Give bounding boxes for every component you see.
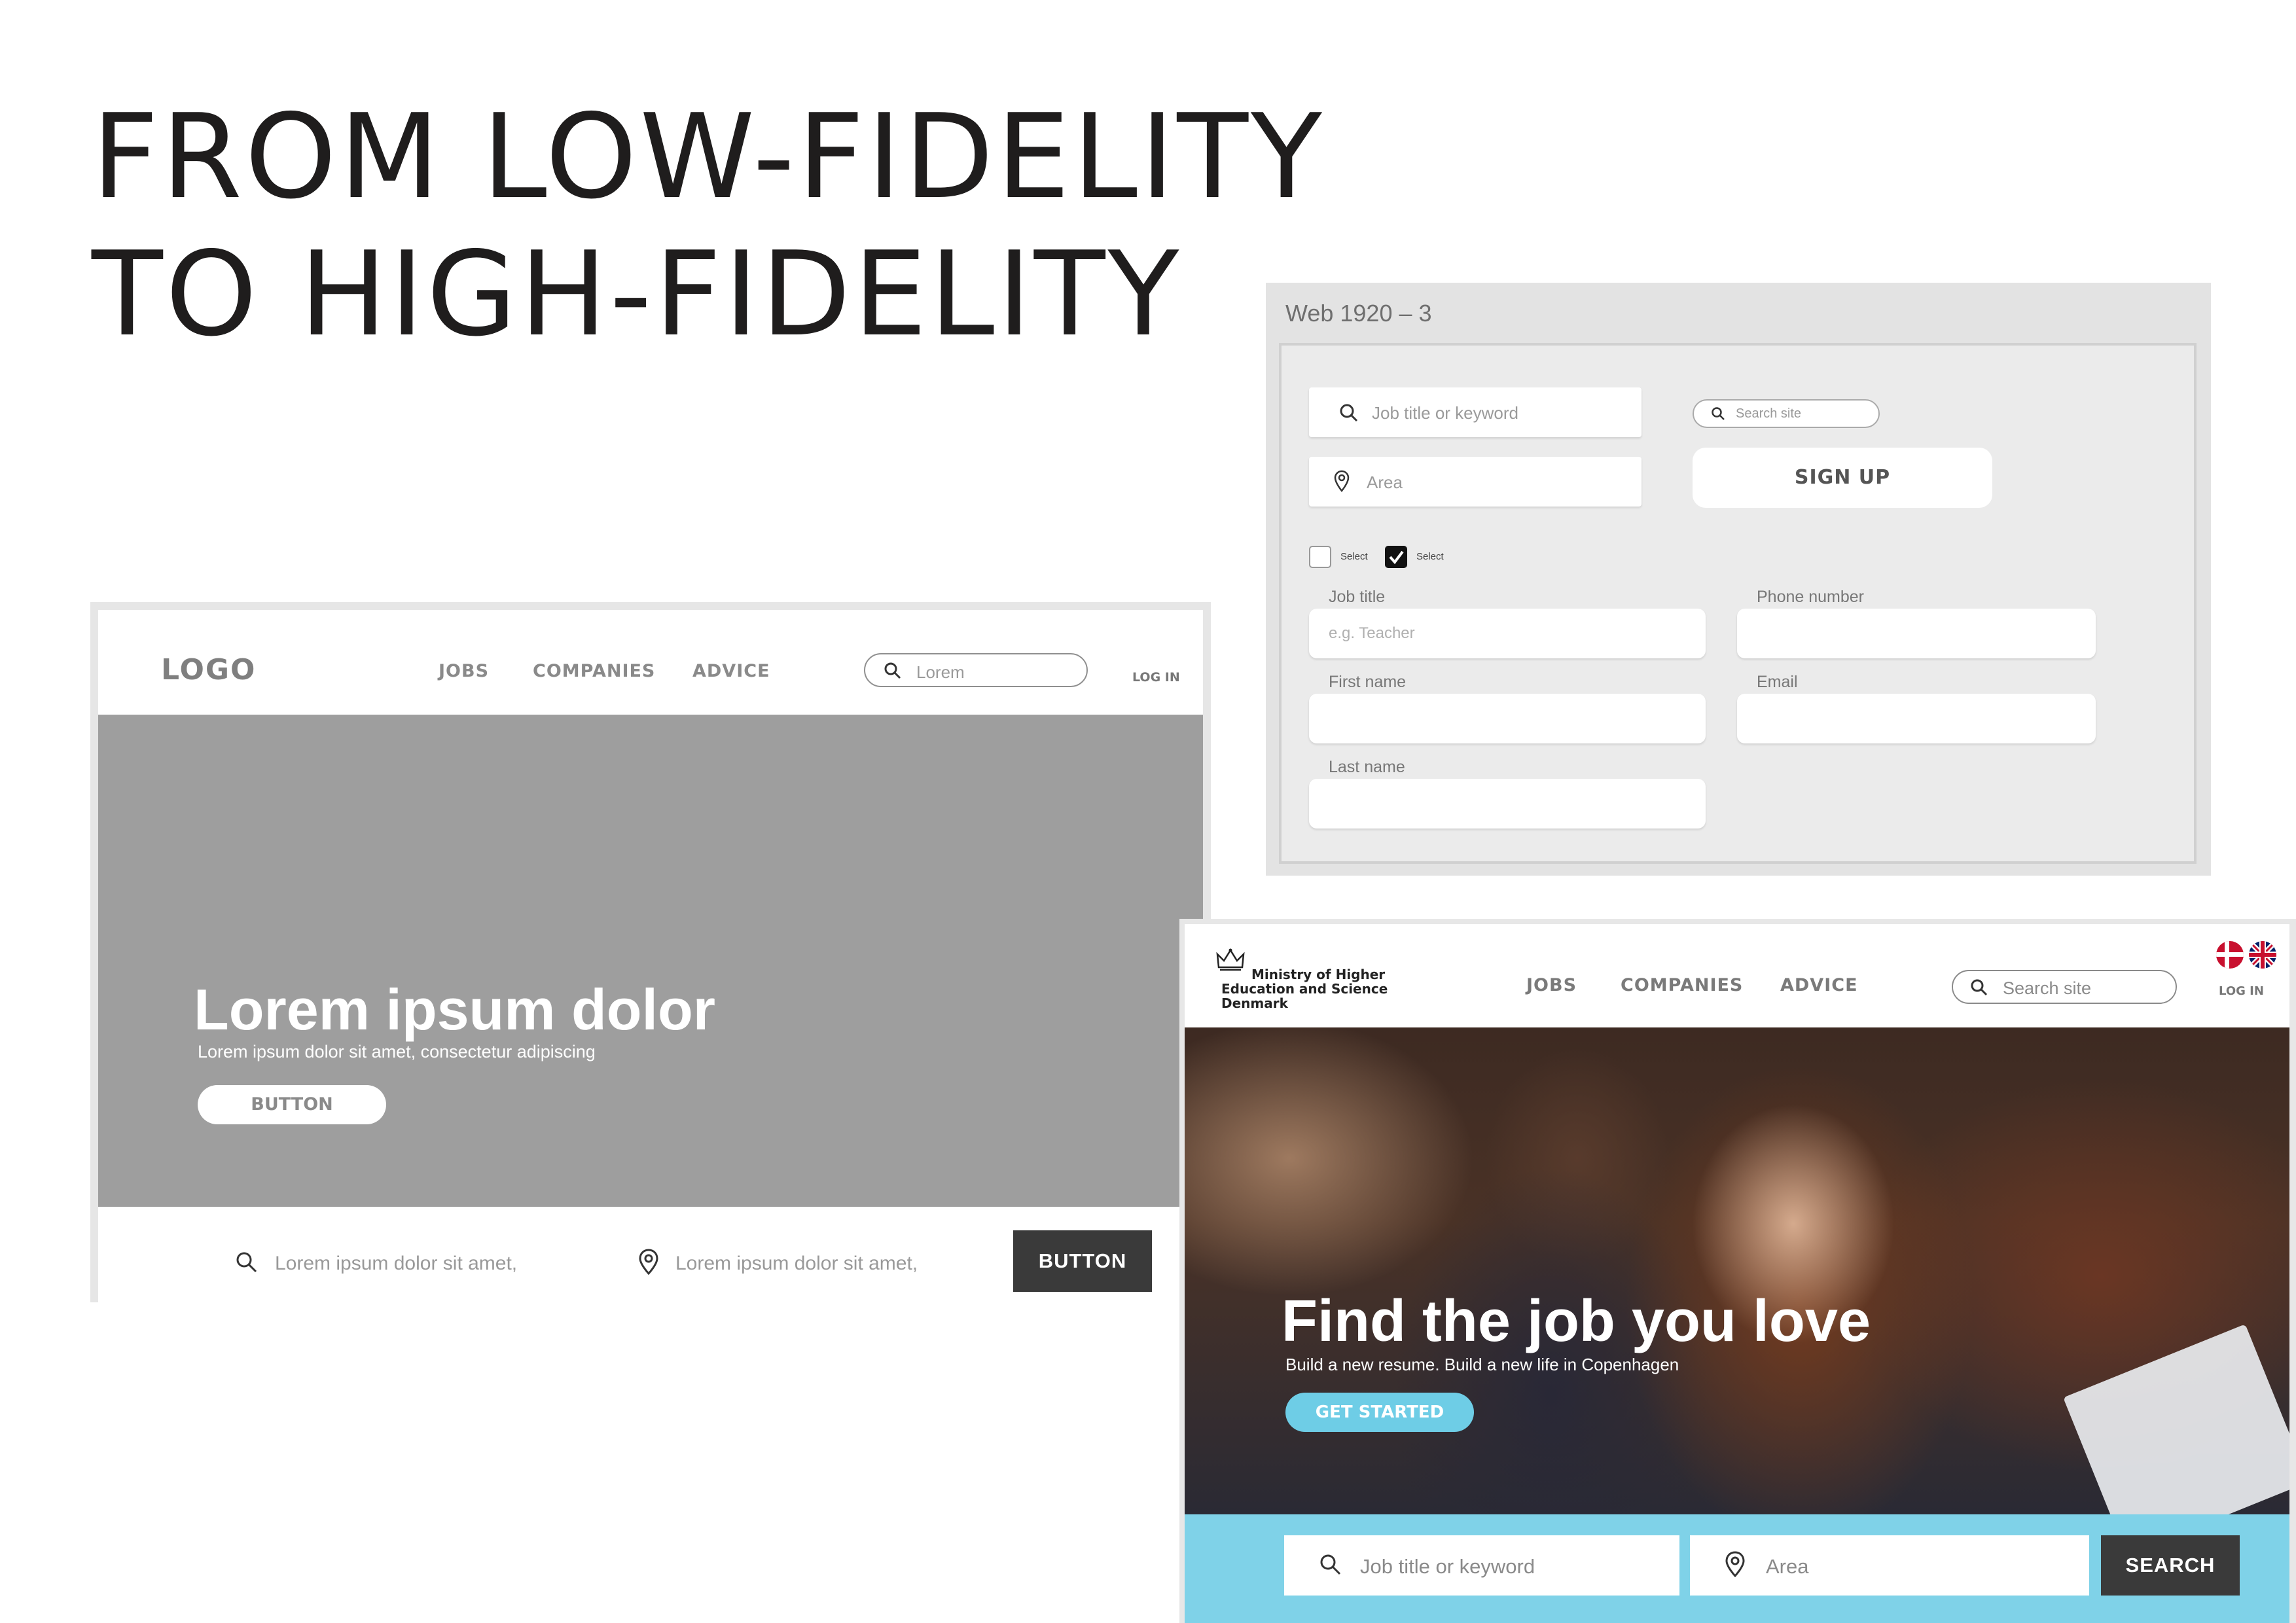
lofi-nav-jobs[interactable]: JOBS xyxy=(439,661,489,681)
location-pin-icon xyxy=(1334,470,1350,492)
lofi-search-bar: Lorem ipsum dolor sit amet, Lorem ipsum … xyxy=(98,1207,1203,1302)
hifi-page: Ministry of Higher Education and Science… xyxy=(1185,924,2289,1623)
area-placeholder: Area xyxy=(1367,473,1403,492)
hifi-nav-jobs[interactable]: JOBS xyxy=(1526,975,1577,995)
search-icon xyxy=(1971,979,1988,996)
checkbox-unchecked[interactable] xyxy=(1309,546,1331,568)
title-line-1: FROM LOW-FIDELITY xyxy=(92,89,1325,224)
lofi-hero-button[interactable]: BUTTON xyxy=(198,1085,386,1124)
hifi-area-input[interactable]: Area xyxy=(1690,1535,2089,1596)
ministry-line-2: Education and Science xyxy=(1221,981,1388,997)
checkmark-icon xyxy=(1389,550,1404,565)
email-label: Email xyxy=(1757,673,1798,691)
lofi-page: LOGO JOBS COMPANIES ADVICE Lorem LOG IN … xyxy=(98,610,1203,1302)
lofi-area-field[interactable]: Lorem ipsum dolor sit amet, xyxy=(675,1253,918,1275)
hifi-hero-subtitle: Build a new resume. Build a new life in … xyxy=(1285,1355,1679,1374)
job-title-placeholder: e.g. Teacher xyxy=(1329,624,1415,642)
hifi-job-placeholder: Job title or keyword xyxy=(1360,1555,1535,1578)
first-name-label: First name xyxy=(1329,673,1407,691)
job-keyword-input[interactable]: Job title or keyword xyxy=(1309,387,1641,437)
email-input[interactable] xyxy=(1737,694,2096,743)
phone-label: Phone number xyxy=(1757,588,1865,606)
job-title-label: Job title xyxy=(1329,588,1386,606)
hifi-mockup: Ministry of Higher Education and Science… xyxy=(1179,919,2296,1623)
lofi-logo[interactable]: LOGO xyxy=(161,653,256,687)
danish-flag-icon[interactable] xyxy=(2216,941,2244,969)
area-input[interactable]: Area xyxy=(1309,457,1641,507)
hifi-job-input[interactable]: Job title or keyword xyxy=(1284,1535,1679,1596)
lofi-nav-companies[interactable]: COMPANIES xyxy=(533,661,655,681)
ministry-line-1: Ministry of Higher xyxy=(1251,967,1386,982)
hifi-login-link[interactable]: LOG IN xyxy=(2219,984,2264,998)
hifi-search-placeholder: Search site xyxy=(2003,978,2092,998)
frame-label: Web 1920 – 3 xyxy=(1285,300,1432,327)
page-title: FROM LOW-FIDELITY TO HIGH-FIDELITY xyxy=(92,88,1325,363)
signup-button[interactable]: SIGN UP xyxy=(1693,448,1992,508)
hifi-nav-advice[interactable]: ADVICE xyxy=(1780,975,1858,995)
form-canvas: Job title or keyword Area Search site SI… xyxy=(1279,343,2197,864)
hifi-area-placeholder: Area xyxy=(1766,1555,1809,1578)
lofi-hero-subtitle: Lorem ipsum dolor sit amet, consectetur … xyxy=(198,1042,596,1061)
hifi-search-bar: Job title or keyword Area SEARCH xyxy=(1185,1514,2289,1623)
last-name-input[interactable] xyxy=(1309,779,1706,829)
uk-flag-icon[interactable] xyxy=(2249,941,2276,969)
lofi-login-link[interactable]: LOG IN xyxy=(1132,670,1180,685)
lofi-hero: Lorem ipsum dolor Lorem ipsum dolor sit … xyxy=(98,715,1203,1207)
hifi-navbar: Ministry of Higher Education and Science… xyxy=(1185,924,2289,1027)
site-search-placeholder: Search site xyxy=(1736,406,1802,421)
first-name-input[interactable] xyxy=(1309,694,1706,743)
form-wireframe: Web 1920 – 3 Job title or keyword Area S… xyxy=(1266,283,2211,876)
lofi-bar-button[interactable]: BUTTON xyxy=(1013,1230,1152,1292)
checkbox-label-1: Select xyxy=(1340,551,1368,562)
lofi-search-input[interactable]: Lorem xyxy=(864,653,1088,687)
search-button[interactable]: SEARCH xyxy=(2101,1535,2240,1596)
lofi-nav-advice[interactable]: ADVICE xyxy=(692,661,770,681)
ministry-logo[interactable]: Ministry of Higher Education and Science… xyxy=(1221,967,1388,1010)
search-icon xyxy=(236,1252,257,1273)
search-icon xyxy=(884,662,901,679)
lofi-wireframe: LOGO JOBS COMPANIES ADVICE Lorem LOG IN … xyxy=(90,602,1211,1302)
location-pin-icon xyxy=(639,1249,658,1275)
site-search-input[interactable]: Search site xyxy=(1693,399,1880,428)
lofi-navbar: LOGO JOBS COMPANIES ADVICE Lorem LOG IN xyxy=(98,610,1203,715)
title-line-2: TO HIGH-FIDELITY xyxy=(92,226,1182,362)
hifi-hero-image: Find the job you love Build a new resume… xyxy=(1185,1027,2289,1514)
search-icon xyxy=(1712,407,1725,420)
last-name-label: Last name xyxy=(1329,758,1405,776)
checkbox-label-2: Select xyxy=(1416,551,1444,562)
document-paper xyxy=(2063,1324,2289,1514)
get-started-button[interactable]: GET STARTED xyxy=(1285,1393,1474,1432)
hifi-search-input[interactable]: Search site xyxy=(1952,970,2177,1004)
hifi-nav-companies[interactable]: COMPANIES xyxy=(1621,975,1743,995)
lofi-keyword-field[interactable]: Lorem ipsum dolor sit amet, xyxy=(275,1253,517,1275)
hifi-hero-title: Find the job you love xyxy=(1282,1289,1871,1354)
phone-input[interactable] xyxy=(1737,609,2096,658)
job-title-input[interactable]: e.g. Teacher xyxy=(1309,609,1706,658)
ministry-line-3: Denmark xyxy=(1221,995,1288,1011)
search-icon xyxy=(1340,404,1358,422)
location-pin-icon xyxy=(1725,1551,1745,1577)
checkbox-checked[interactable] xyxy=(1385,546,1407,568)
lofi-hero-title: Lorem ipsum dolor xyxy=(194,977,715,1042)
search-icon xyxy=(1320,1554,1341,1575)
lofi-search-placeholder: Lorem xyxy=(916,662,965,682)
job-keyword-placeholder: Job title or keyword xyxy=(1372,403,1518,423)
